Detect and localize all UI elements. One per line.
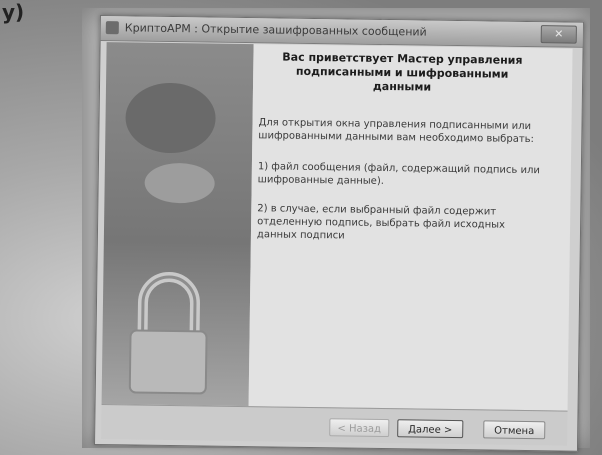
cryptoarm-app-icon (105, 21, 119, 35)
next-button[interactable]: Далее > (397, 419, 464, 439)
banner-shape (125, 82, 217, 154)
window-title: КриптоАРМ : Открытие зашифрованных сообщ… (124, 21, 427, 39)
corner-mark: y) (2, 0, 25, 24)
wizard-window: КриптоАРМ : Открытие зашифрованных сообщ… (93, 15, 584, 452)
wizard-banner (101, 42, 254, 407)
welcome-title: Вас приветствует Мастер управления подпи… (282, 50, 523, 94)
close-button[interactable]: ✕ (540, 25, 577, 44)
wizard-content: Вас приветствует Мастер управления подпи… (248, 44, 573, 411)
step-1-text: 1) файл сообщения (файл, содержащий подп… (257, 161, 541, 187)
step-2-text: 2) в случае, если выбранный файл содержи… (256, 203, 506, 242)
padlock-icon (128, 272, 208, 395)
back-button[interactable]: < Назад (329, 418, 390, 438)
cancel-button[interactable]: Отмена (483, 420, 546, 440)
button-bar: < Назад Далее > Отмена (101, 404, 568, 446)
banner-shape (144, 162, 215, 204)
intro-text: Для открытия окна управления подписанным… (258, 117, 535, 146)
